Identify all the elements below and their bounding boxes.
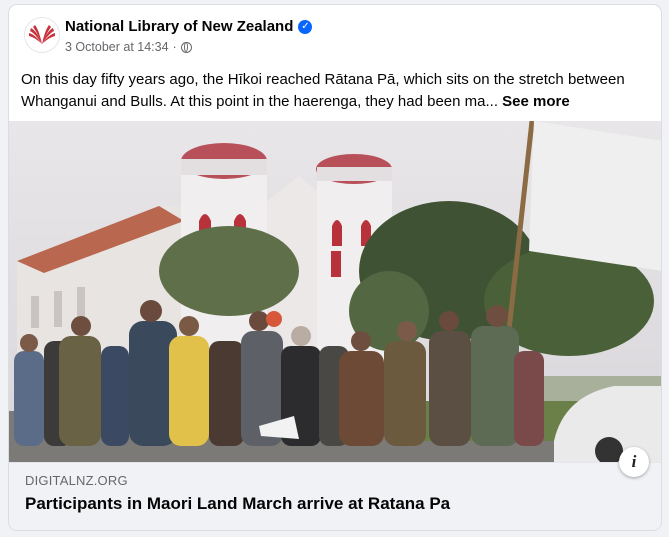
see-more-link[interactable]: See more <box>502 93 570 110</box>
post-timestamp[interactable]: 3 October at 14:34 <box>65 40 169 54</box>
post-card: National Library of New Zealand ✓ 3 Octo… <box>8 4 662 531</box>
page-avatar[interactable] <box>24 17 60 53</box>
page-name[interactable]: National Library of New Zealand <box>65 18 293 35</box>
post-body: On this day fifty years ago, the Hīkoi r… <box>21 69 641 113</box>
globe-icon[interactable] <box>180 41 192 53</box>
post-header: National Library of New Zealand ✓ 3 Octo… <box>9 5 661 65</box>
link-preview-footer[interactable]: DIGITALNZ.ORG Participants in Maori Land… <box>9 462 661 530</box>
post-meta: 3 October at 14:34 · <box>65 40 192 54</box>
library-logo-icon <box>29 25 55 44</box>
link-domain: DIGITALNZ.ORG <box>25 473 128 488</box>
link-title[interactable]: Participants in Maori Land March arrive … <box>25 494 450 514</box>
link-preview-image[interactable] <box>9 121 661 462</box>
march-photo <box>9 121 661 462</box>
verified-badge-icon: ✓ <box>298 19 313 34</box>
page-name-link[interactable]: National Library of New Zealand ✓ <box>65 18 313 35</box>
meta-separator: · <box>172 40 177 54</box>
info-icon[interactable]: i <box>619 447 649 477</box>
